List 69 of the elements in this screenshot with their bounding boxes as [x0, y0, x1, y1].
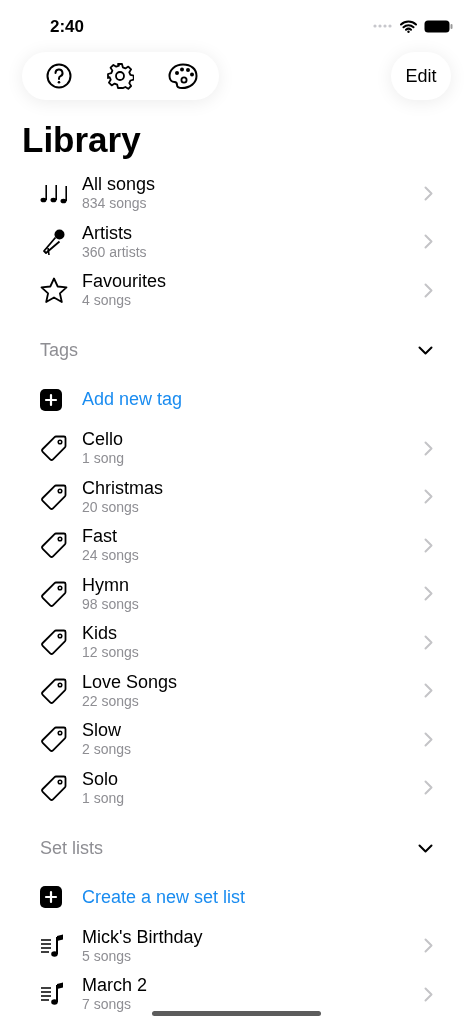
chevron-right-icon[interactable] [424, 282, 433, 298]
row-title[interactable]: Hymn [82, 574, 129, 596]
playlist-icon [40, 932, 66, 959]
add-icon[interactable] [40, 886, 62, 909]
chevron-right-icon[interactable] [424, 537, 433, 553]
chevron-right-icon[interactable] [424, 586, 433, 602]
row-title[interactable]: Fast [82, 526, 117, 548]
settings-icon[interactable] [106, 62, 134, 90]
chevron-right-icon[interactable] [424, 938, 433, 954]
signal-icon [373, 24, 393, 28]
tag-icon [40, 725, 68, 754]
section-header: Tags [40, 340, 79, 361]
chevron-icon[interactable] [418, 346, 433, 355]
chevron-right-icon[interactable] [424, 986, 433, 1002]
row-title[interactable]: Kids [82, 623, 117, 645]
row-subtitle: 24 songs [82, 547, 139, 565]
row-subtitle: 22 songs [82, 692, 139, 710]
edit-button[interactable]: Edit [391, 52, 451, 100]
chevron-right-icon[interactable] [424, 683, 433, 699]
add-link[interactable]: Create a new set list [82, 886, 246, 908]
row-subtitle: 1 song [82, 789, 125, 807]
chevron-right-icon[interactable] [424, 234, 433, 250]
add-icon[interactable] [40, 388, 62, 411]
help-icon[interactable] [46, 63, 72, 89]
microphone-icon [40, 227, 66, 256]
row-title[interactable]: March 2 [82, 975, 148, 997]
row-title[interactable]: Cello [82, 429, 124, 451]
row-subtitle: 5 songs [82, 947, 132, 965]
chevron-right-icon[interactable] [424, 489, 433, 505]
row-title[interactable]: Slow [82, 720, 121, 742]
chevron-right-icon[interactable] [424, 731, 433, 747]
tag-icon [40, 579, 68, 608]
row-title[interactable]: All songs [82, 174, 156, 196]
section-header: Set lists [40, 837, 104, 859]
row-subtitle: 12 songs [82, 644, 139, 662]
row-subtitle: 1 song [82, 450, 125, 468]
star-icon [40, 276, 68, 304]
wifi-icon [400, 19, 417, 33]
chevron-right-icon[interactable] [424, 634, 433, 650]
playlist-icon [40, 981, 66, 1008]
row-subtitle: 7 songs [82, 996, 132, 1014]
tag-icon [40, 482, 68, 511]
music-notes-icon [40, 182, 70, 205]
tag-icon [40, 531, 68, 560]
chevron-icon[interactable] [418, 843, 433, 853]
add-link[interactable]: Add new tag [82, 389, 183, 411]
row-title[interactable]: Solo [82, 768, 119, 790]
palette-icon[interactable] [168, 63, 198, 89]
row-subtitle: 2 songs [82, 741, 132, 759]
row-title[interactable]: Love Songs [82, 671, 178, 693]
row-subtitle: 20 songs [82, 498, 139, 516]
tag-icon [40, 628, 68, 657]
tag-icon [40, 676, 68, 705]
row-subtitle: 98 songs [82, 595, 139, 613]
page-title: Library [21, 119, 142, 161]
chevron-right-icon[interactable] [424, 185, 433, 201]
tag-icon [40, 434, 68, 463]
row-title[interactable]: Mick's Birthday [82, 926, 203, 948]
row-title[interactable]: Artists [82, 222, 132, 244]
row-subtitle: 4 songs [82, 292, 132, 310]
status-time: 2:40 [50, 17, 85, 37]
chevron-right-icon[interactable] [424, 440, 433, 456]
row-title[interactable]: Christmas [82, 477, 163, 499]
row-title[interactable]: Favourites [82, 271, 167, 293]
row-subtitle: 834 songs [82, 195, 147, 213]
battery-icon [424, 19, 453, 33]
row-subtitle: 360 artists [82, 243, 147, 261]
chevron-right-icon[interactable] [424, 780, 433, 796]
tag-icon [40, 773, 68, 802]
